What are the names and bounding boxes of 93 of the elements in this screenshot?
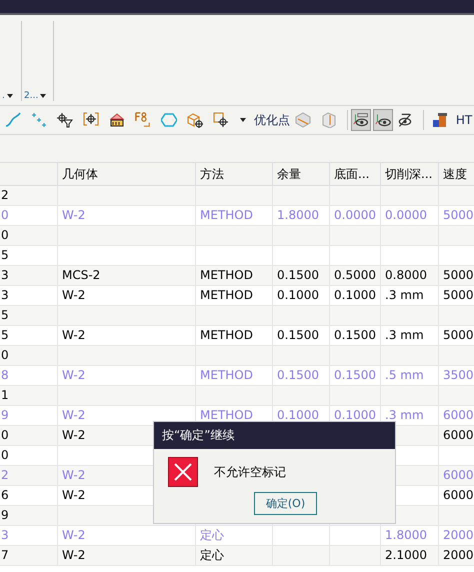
table-cell-text: 0 [0,447,10,464]
table-cell: MCS-2 [57,266,195,285]
table-cell-text: 0 [0,227,10,244]
table-cell: 0.5000 [329,266,380,285]
table-cell-text: 9 [0,407,10,424]
table-cell: W-2 [57,546,195,565]
box-target-icon [187,112,203,128]
target-bracket-icon [83,112,99,128]
table-cell: 3500 [438,366,474,385]
machine-icon [109,112,125,128]
table-cell: 0.8000 [380,266,438,285]
caret-icon [40,94,46,98]
table-cell: METHOD [195,206,272,225]
table-cell: 5000 [438,206,474,225]
tool-holder-icon [432,112,448,128]
view-toggle[interactable] [351,109,372,131]
table-cell: 0.1500 [272,366,329,385]
table-cell-text: 0 [0,427,10,444]
table-cell-text: 8 [0,367,10,384]
caret-icon [6,94,13,98]
f8-view-icon [135,111,151,129]
eye-off-icon [397,111,414,129]
curve-icon [5,112,21,128]
table-cell-text: 6 [0,487,10,504]
table-cell: 0.1500 [329,326,380,345]
table-cell-text: 1 [0,387,10,404]
table-cell: 1.8000 [272,206,329,225]
table-cell-text: 0 [0,207,10,224]
table-cell-text: 2 [0,467,10,484]
table-cell: 2000 [438,546,474,565]
table-cell: 5000 [438,326,474,345]
table-cell: METHOD [195,366,272,385]
group-label[interactable]: 2... [24,91,46,101]
table-cell: 6000 [438,466,474,485]
table-cell-text: 3 [0,527,10,544]
table-cell: 0.1500 [272,266,329,285]
error-icon [168,457,198,487]
group-label[interactable]: . [2,91,13,101]
caret-icon [240,118,246,122]
table-cell: W-2 [57,206,195,225]
toolbar-button[interactable]: HT [454,109,474,131]
table-cell: 6000 [438,426,474,445]
table-cell: METHOD [195,326,272,345]
column-header[interactable]: 底面... [329,163,380,185]
table-cell: W-2 [57,366,195,385]
table-cell: W-2 [57,326,195,345]
cube-icon [294,112,311,128]
column-header[interactable]: 余量 [272,163,329,185]
filter-icon [57,112,73,128]
table-cell: 0.1500 [272,326,329,345]
column-header[interactable]: 切削深... [380,163,438,185]
table-cell: 定心 [195,526,272,545]
cube-icon [320,112,337,128]
table-cell: .3 mm [380,286,438,305]
plus-points-icon [31,112,47,128]
table-cell: 2.1000 [380,546,438,565]
table-cell-text: 9 [0,507,10,524]
table-cell: 0.1000 [272,286,329,305]
column-header[interactable]: 速度 [438,163,474,185]
column-header[interactable]: 方法 [195,163,272,185]
table-cell: 2000 [438,526,474,545]
table-cell: METHOD [195,286,272,305]
table-cell: 0.1000 [329,286,380,305]
column-header[interactable]: 几何体 [57,163,195,185]
table-cell-text: 5 [0,307,10,324]
table-cell: 1.8000 [380,526,438,545]
table-cell-text: 3 [0,267,10,284]
table-cell: .3 mm [380,326,438,345]
table-cell: 6000 [438,406,474,425]
dialog-title: 按“确定”继续 [154,422,395,449]
table-cell: .5 mm [380,366,438,385]
table-cell: 0.0000 [380,206,438,225]
table-cell-text: 0 [0,347,10,364]
table-cell: 5000 [438,266,474,285]
table-cell: W-2 [57,286,195,305]
table-cell-text: 7 [0,547,10,564]
table-cell: 0.0000 [329,206,380,225]
table-cell: METHOD [195,266,272,285]
ok-button[interactable]: 确定(O) [254,492,317,515]
view-toggle[interactable] [373,109,394,131]
table-cell: 5000 [438,286,474,305]
table-cell: W-2 [57,526,195,545]
hexagon-icon [161,112,177,128]
square-target-icon [213,112,229,128]
table-cell-text: 2 [0,187,10,204]
table-cell-text: 5 [0,247,10,264]
table-cell-text: 3 [0,287,10,304]
mcs-eye-icon [353,111,370,129]
table-cell-text: 5 [0,327,10,344]
table-cell: 定心 [195,546,272,565]
table-cell: 0.1500 [329,366,380,385]
table-cell: 6000 [438,486,474,505]
dialog-message: 不允许空标记 [214,464,286,480]
